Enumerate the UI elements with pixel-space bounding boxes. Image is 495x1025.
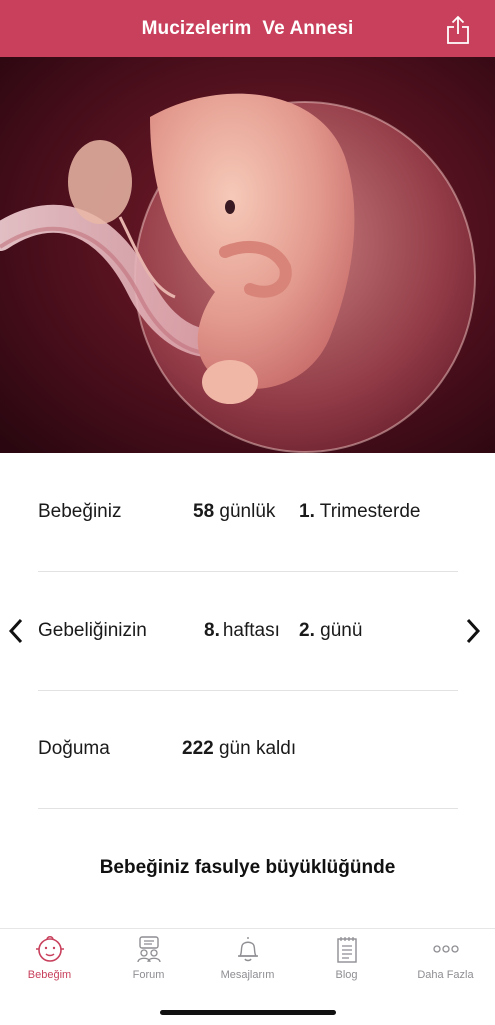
tab-label: Blog [335, 969, 358, 981]
tab-label: Daha Fazla [417, 969, 474, 981]
due-date-label: Doğuma [38, 738, 110, 759]
baby-size-banner: Bebeğiniz fasulye büyüklüğünde [99, 857, 396, 878]
share-icon[interactable] [446, 15, 470, 45]
baby-age-unit: günlük [219, 501, 276, 522]
divider [38, 690, 458, 691]
due-date-row: Doğuma 222 gün kaldı [38, 738, 458, 856]
baby-age-days: 58 [193, 501, 215, 522]
fetus-illustration [0, 57, 495, 453]
title-part-2: Ve Annesi [262, 17, 354, 39]
tab-mesajlarim[interactable]: Mesajlarım [198, 929, 297, 991]
bell-icon [237, 937, 258, 962]
title-part-1: Mucizelerim [141, 17, 252, 39]
page-title: Mucizelerim Ve Annesi [142, 18, 354, 40]
trimester-text: Trimesterde [319, 501, 421, 522]
divider [38, 571, 458, 572]
forum-icon [136, 936, 161, 963]
baby-age-label: Bebeğiniz [38, 501, 122, 522]
notepad-icon [336, 937, 357, 963]
baby-face-icon [35, 935, 64, 962]
pregnancy-week-label: Gebeliğinizin [38, 620, 147, 641]
tab-label: Mesajlarım [220, 969, 275, 981]
more-icon [432, 945, 459, 953]
tab-blog[interactable]: Blog [297, 929, 396, 991]
week-unit: haftası [222, 620, 280, 641]
trimester-number: 1. [299, 501, 315, 522]
app-header: Mucizelerim Ve Annesi [0, 0, 495, 57]
days-remaining-unit: gün kaldı [218, 738, 297, 759]
day-unit: günü [320, 620, 363, 641]
divider [38, 808, 458, 809]
tab-label: Bebeğim [27, 969, 72, 981]
chevron-right-icon[interactable] [463, 617, 483, 645]
days-remaining: 222 [182, 738, 214, 759]
tab-label: Forum [132, 969, 165, 981]
tab-daha-fazla[interactable]: Daha Fazla [396, 929, 495, 991]
week-number: 8. [204, 620, 220, 641]
baby-age-row: Bebeğiniz 58 günlük 1. Trimesterde [38, 501, 458, 619]
tab-bebegim[interactable]: Bebeğim [0, 929, 99, 991]
home-indicator[interactable] [160, 1010, 336, 1015]
day-number: 2. [299, 620, 315, 641]
chevron-left-icon[interactable] [6, 617, 26, 645]
pregnancy-week-row: Gebeliğinizin 8. haftası 2. günü [38, 620, 458, 738]
tab-forum[interactable]: Forum [99, 929, 198, 991]
